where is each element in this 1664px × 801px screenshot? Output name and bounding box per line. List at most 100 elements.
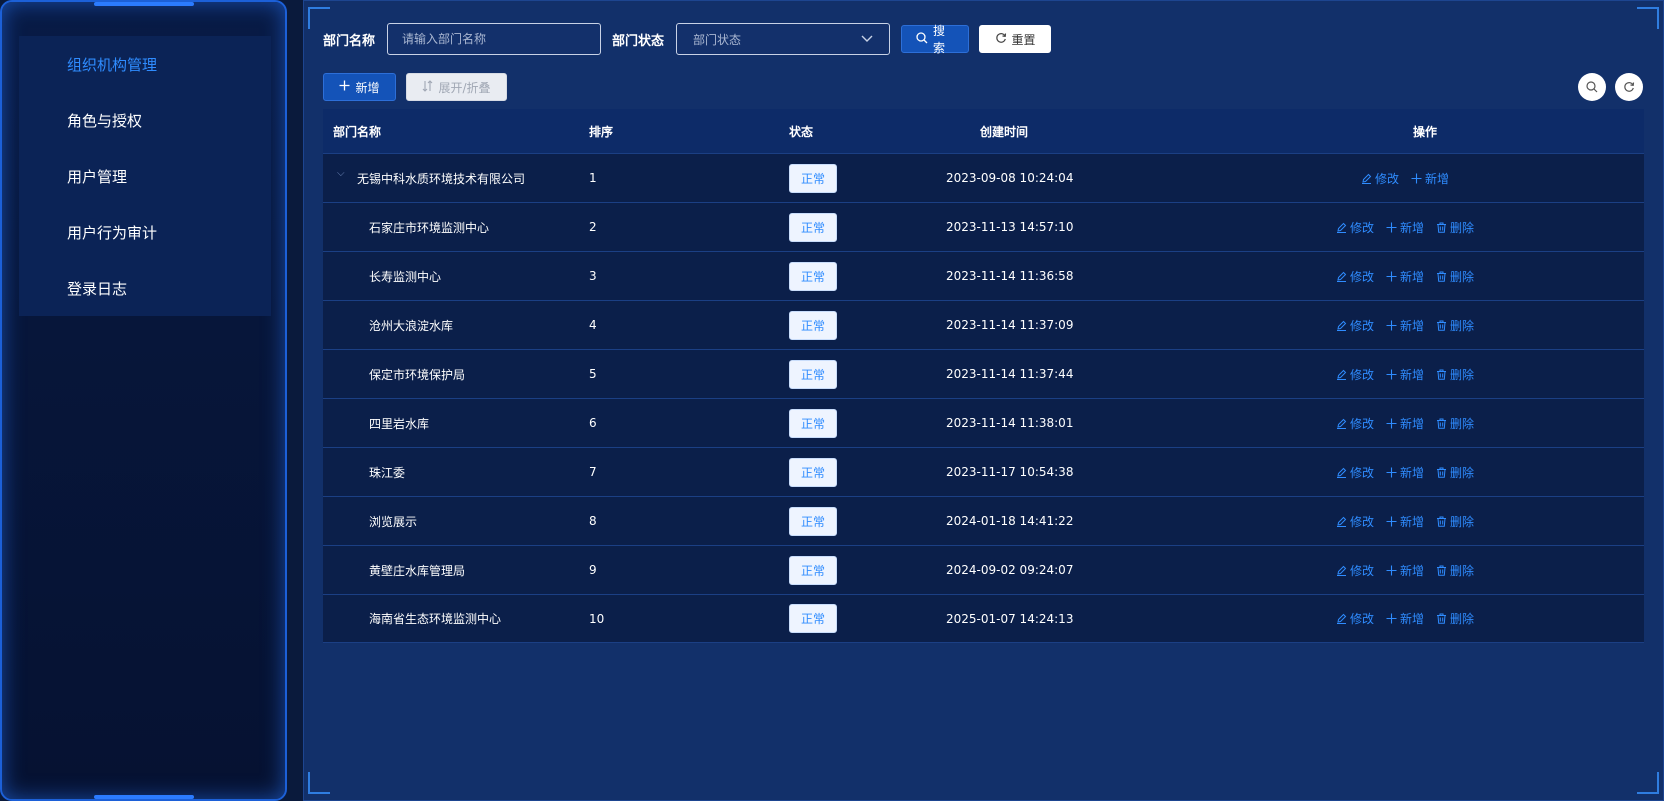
status-badge: 正常 bbox=[789, 408, 838, 438]
search-toggle-button[interactable] bbox=[1578, 73, 1606, 101]
delete-button[interactable]: 删除 bbox=[1436, 513, 1474, 530]
expand-collapse-button[interactable]: 展开/折叠 bbox=[406, 73, 507, 101]
delete-button[interactable]: 删除 bbox=[1436, 268, 1474, 285]
cell-status: 正常 bbox=[789, 506, 946, 536]
add-child-button[interactable]: 新增 bbox=[1386, 464, 1424, 481]
reset-button[interactable]: 重置 bbox=[979, 25, 1052, 53]
cell-created: 2023-11-14 11:37:09 bbox=[946, 318, 1074, 332]
sidebar-item-org-management[interactable]: 组织机构管理 bbox=[19, 36, 271, 92]
refresh-button[interactable] bbox=[1615, 73, 1643, 101]
edit-button[interactable]: 修改 bbox=[1336, 219, 1374, 236]
status-badge: 正常 bbox=[789, 457, 838, 487]
add-child-button[interactable]: 新增 bbox=[1411, 170, 1449, 187]
edit-label: 修改 bbox=[1349, 563, 1374, 578]
delete-button[interactable]: 删除 bbox=[1436, 610, 1474, 627]
add-child-button[interactable]: 新增 bbox=[1386, 415, 1424, 432]
edit-button[interactable]: 修改 bbox=[1336, 562, 1374, 579]
toolbar: 新增 展开/折叠 bbox=[323, 73, 507, 101]
table-row: 保定市环境保护局 5 正常 2023-11-14 11:37:44 修改 新增 … bbox=[323, 349, 1644, 398]
dept-name: 四里岩水库 bbox=[369, 416, 430, 431]
dept-name: 珠江委 bbox=[369, 465, 406, 480]
trash-icon bbox=[1436, 222, 1447, 233]
delete-button[interactable]: 删除 bbox=[1436, 219, 1474, 236]
edit-button[interactable]: 修改 bbox=[1336, 415, 1374, 432]
cell-ops: 修改 新增 删除 bbox=[1166, 219, 1644, 236]
dept-name-input[interactable] bbox=[387, 23, 602, 55]
add-button[interactable]: 新增 bbox=[323, 73, 396, 101]
add-child-button[interactable]: 新增 bbox=[1386, 219, 1424, 236]
edit-icon bbox=[1336, 516, 1347, 527]
add-child-button[interactable]: 新增 bbox=[1386, 562, 1424, 579]
sidebar: 组织机构管理 角色与授权 用户管理 用户行为审计 登录日志 bbox=[0, 0, 287, 801]
status-badge: 正常 bbox=[789, 163, 838, 193]
dept-status-placeholder: 部门状态 bbox=[693, 32, 742, 47]
chevron-down-icon[interactable]: ⌵ bbox=[337, 168, 345, 179]
chevron-down-icon bbox=[861, 32, 873, 46]
cell-name: 海南省生态环境监测中心 bbox=[323, 610, 589, 627]
sidebar-item-roles[interactable]: 角色与授权 bbox=[19, 92, 271, 148]
cell-ops: 修改 新增 bbox=[1166, 170, 1644, 187]
delete-button[interactable]: 删除 bbox=[1436, 415, 1474, 432]
table-row: 沧州大浪淀水库 4 正常 2023-11-14 11:37:09 修改 新增 删… bbox=[323, 300, 1644, 349]
cell-status: 正常 bbox=[789, 212, 946, 242]
cell-created: 2023-11-17 10:54:38 bbox=[946, 465, 1074, 479]
cell-ops: 修改 新增 删除 bbox=[1166, 562, 1644, 579]
sidebar-item-audit[interactable]: 用户行为审计 bbox=[19, 204, 271, 260]
edit-button[interactable]: 修改 bbox=[1336, 513, 1374, 530]
plus-icon bbox=[1386, 613, 1397, 624]
sidebar-item-users[interactable]: 用户管理 bbox=[19, 148, 271, 204]
dept-table: 部门名称 排序 状态 创建时间 操作 ⌵ 无锡中科水质环境技术有限公司 1 正常… bbox=[323, 109, 1644, 643]
status-badge: 正常 bbox=[789, 359, 838, 389]
table-row: 石家庄市环境监测中心 2 正常 2023-11-13 14:57:10 修改 新… bbox=[323, 202, 1644, 251]
search-icon bbox=[916, 31, 928, 47]
add-child-label: 新增 bbox=[1399, 269, 1424, 284]
edit-icon bbox=[1336, 418, 1347, 429]
trash-icon bbox=[1436, 271, 1447, 282]
cell-sort: 8 bbox=[589, 514, 597, 528]
add-child-button[interactable]: 新增 bbox=[1386, 317, 1424, 334]
plus-icon bbox=[1386, 320, 1397, 331]
delete-button[interactable]: 删除 bbox=[1436, 562, 1474, 579]
expand-collapse-label: 展开/折叠 bbox=[438, 80, 491, 95]
header-name: 部门名称 bbox=[333, 124, 382, 139]
edit-button[interactable]: 修改 bbox=[1336, 464, 1374, 481]
search-button[interactable]: 搜索 bbox=[901, 24, 970, 55]
corner-decoration bbox=[1637, 772, 1659, 794]
edit-button[interactable]: 修改 bbox=[1336, 366, 1374, 383]
edit-button[interactable]: 修改 bbox=[1361, 170, 1399, 187]
edit-button[interactable]: 修改 bbox=[1336, 317, 1374, 334]
edit-button[interactable]: 修改 bbox=[1336, 610, 1374, 627]
add-child-button[interactable]: 新增 bbox=[1386, 268, 1424, 285]
main-panel: 部门名称 部门状态 部门状态 搜索 重置 新增 bbox=[303, 0, 1664, 801]
add-child-button[interactable]: 新增 bbox=[1386, 513, 1424, 530]
cell-created: 2023-11-14 11:37:44 bbox=[946, 367, 1074, 381]
status-badge: 正常 bbox=[789, 604, 838, 633]
delete-label: 删除 bbox=[1450, 563, 1475, 578]
sidebar-item-login-log[interactable]: 登录日志 bbox=[19, 260, 271, 316]
table-header: 部门名称 排序 状态 创建时间 操作 bbox=[323, 109, 1644, 153]
edit-label: 修改 bbox=[1349, 367, 1374, 382]
add-child-label: 新增 bbox=[1425, 171, 1450, 186]
add-child-label: 新增 bbox=[1399, 563, 1424, 578]
add-child-label: 新增 bbox=[1399, 416, 1424, 431]
edit-button[interactable]: 修改 bbox=[1336, 268, 1374, 285]
trash-icon bbox=[1436, 516, 1447, 527]
edit-label: 修改 bbox=[1349, 269, 1374, 284]
delete-button[interactable]: 删除 bbox=[1436, 366, 1474, 383]
cell-sort: 9 bbox=[589, 563, 597, 577]
cell-status: 正常 bbox=[789, 408, 946, 438]
trash-icon bbox=[1436, 418, 1447, 429]
plus-icon bbox=[1386, 271, 1397, 282]
add-child-button[interactable]: 新增 bbox=[1386, 366, 1424, 383]
add-child-label: 新增 bbox=[1399, 612, 1424, 626]
delete-button[interactable]: 删除 bbox=[1436, 317, 1474, 334]
cell-created: 2023-11-14 11:38:01 bbox=[946, 416, 1074, 430]
delete-button[interactable]: 删除 bbox=[1436, 464, 1474, 481]
dept-name: 黄壁庄水库管理局 bbox=[369, 563, 466, 578]
add-child-button[interactable]: 新增 bbox=[1386, 610, 1424, 627]
dept-status-select[interactable]: 部门状态 bbox=[676, 23, 891, 55]
refresh-icon bbox=[995, 32, 1007, 47]
reset-button-label: 重置 bbox=[1011, 32, 1036, 47]
table-row: 四里岩水库 6 正常 2023-11-14 11:38:01 修改 新增 删除 bbox=[323, 398, 1644, 447]
dept-name-label: 部门名称 bbox=[323, 33, 376, 49]
